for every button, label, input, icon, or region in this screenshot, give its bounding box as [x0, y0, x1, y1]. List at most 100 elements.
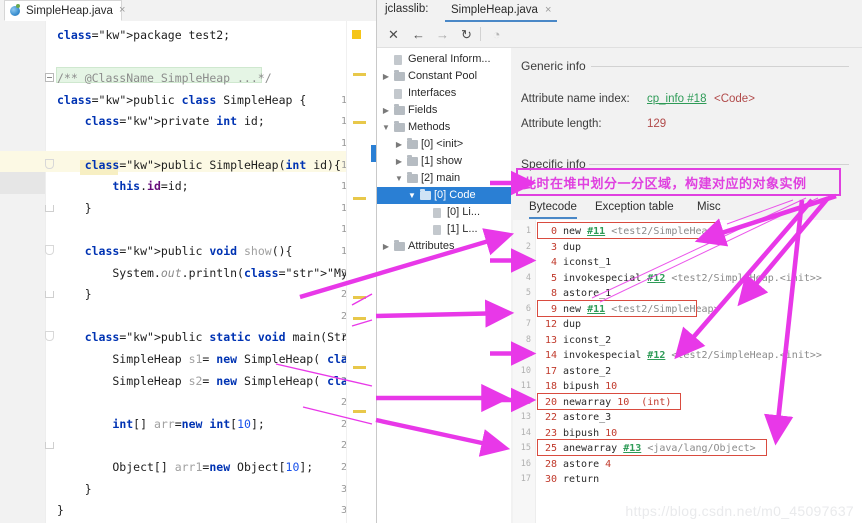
jclasslib-tab-simpleheap[interactable]: SimpleHeap.java ×: [445, 0, 558, 22]
bytecode-row[interactable]: 13 22 astore_3: [513, 410, 862, 426]
marker-stripe-3[interactable]: [353, 197, 366, 200]
attribute-name-index-type: <Code>: [714, 93, 755, 105]
tree-node-label: Interfaces: [408, 87, 457, 99]
tree-node-general-inform[interactable]: General Inform...: [377, 51, 511, 68]
tree-node-1-show[interactable]: ▶ [1] show: [377, 153, 511, 170]
attribute-name-index-link[interactable]: cp_info #18: [647, 93, 706, 105]
tree-node-0-init[interactable]: ▶ [0] <init>: [377, 136, 511, 153]
constant-pool-ref[interactable]: #12: [647, 350, 665, 361]
editor-line-row: 15@ class="kw">public SimpleHeap(int id)…: [0, 155, 376, 177]
editor-tab-simpleheap[interactable]: SimpleHeap.java ×: [4, 0, 125, 21]
tree-node-interfaces[interactable]: Interfaces: [377, 85, 511, 102]
bytecode-row[interactable]: 2 3 dup: [513, 240, 862, 256]
bytecode-signature: <test2/SimpleHeap.<init>>: [671, 350, 822, 361]
jclasslib-tab-bar: jclasslib: SimpleHeap.java ×: [377, 0, 862, 23]
tab-misc[interactable]: Misc: [697, 197, 721, 217]
bytecode-row[interactable]: 4 5 invokespecial #12 <test2/SimpleHeap.<i…: [513, 271, 862, 287]
code-fold-handle[interactable]: [45, 245, 54, 255]
tree-node-fields[interactable]: ▶ Fields: [377, 102, 511, 119]
tree-node-methods[interactable]: ▼ Methods: [377, 119, 511, 136]
jclasslib-tree[interactable]: General Inform... ▶ Constant Pool Interface…: [377, 48, 512, 523]
file-icon: [394, 55, 402, 65]
tab-bytecode[interactable]: Bytecode: [529, 197, 577, 219]
bytecode-instruction: dup: [563, 241, 582, 253]
bytecode-instruction: astore_3: [563, 412, 612, 423]
back-icon[interactable]: ←: [409, 25, 428, 44]
jclasslib-toolbar: ✕ ← → ↻ ◔: [377, 22, 862, 48]
folder-icon: [394, 104, 405, 115]
bytecode-highlight-box: [537, 222, 719, 239]
marker-warning-square[interactable]: [352, 30, 361, 39]
browse-icon[interactable]: ◔: [487, 25, 506, 44]
bytecode-offset: 17: [544, 365, 557, 377]
bytecode-line-number: 11: [520, 381, 531, 391]
editor-marker-strip[interactable]: [346, 21, 376, 523]
editor-line-row: 21 }: [0, 284, 376, 306]
tree-node-1-l[interactable]: [1] L...: [377, 221, 511, 238]
marker-stripe-4[interactable]: [353, 296, 366, 299]
attribute-length-value: 129: [647, 118, 667, 130]
editor-tab-label: SimpleHeap.java: [26, 4, 113, 17]
marker-stripe-6[interactable]: [353, 366, 366, 369]
bytecode-line-number: 3: [525, 257, 531, 267]
editor-line-row: 20 System.out.println(class="str">"My ID…: [0, 263, 376, 285]
tree-node-0-li[interactable]: [0] Li...: [377, 204, 511, 221]
editor-line-row: 12class="kw">public class SimpleHeap {: [0, 90, 376, 112]
marker-stripe-5[interactable]: [353, 317, 366, 320]
chevron-right-icon[interactable]: ▶: [381, 238, 391, 255]
chevron-right-icon[interactable]: ▶: [381, 102, 391, 119]
chevron-right-icon[interactable]: ▶: [394, 136, 404, 153]
code-fold-handle[interactable]: [45, 73, 54, 83]
bytecode-highlight-box: [537, 439, 767, 456]
editor-line-row: 17 }: [0, 198, 376, 220]
editor-line-row: 23 class="kw">public static void main(St…: [0, 327, 376, 349]
chevron-down-icon[interactable]: ▼: [394, 170, 404, 187]
bytecode-offset: 14: [544, 350, 557, 361]
code-fold-handle[interactable]: [45, 204, 54, 212]
marker-stripe-1[interactable]: [353, 73, 366, 76]
tree-node-2-main[interactable]: ▼ [2] main: [377, 170, 511, 187]
bytecode-row[interactable]: 17 30 return: [513, 472, 862, 488]
reload-icon[interactable]: ↻: [457, 25, 476, 44]
tab-exception-table[interactable]: Exception table: [595, 197, 674, 217]
bytecode-row[interactable]: 16 28 astore 4: [513, 457, 862, 473]
tree-node-label: General Inform...: [408, 53, 491, 65]
bytecode-row[interactable]: 9 14 invokespecial #12 <test2/SimpleHeap.<…: [513, 348, 862, 364]
code-line-text: Object[] arr1=new Object[10];: [57, 460, 314, 474]
file-icon: [433, 208, 441, 218]
close-icon[interactable]: ×: [545, 4, 551, 16]
tree-node-0-code[interactable]: ▼ [0] Code: [377, 187, 511, 204]
code-fold-handle[interactable]: [45, 291, 54, 299]
marker-stripe-2[interactable]: [353, 121, 366, 124]
code-line-text: this.id=id;: [112, 179, 189, 194]
constant-pool-ref[interactable]: #12: [647, 273, 665, 284]
bytecode-row[interactable]: 8 13 iconst_2: [513, 333, 862, 349]
tree-node-label: [2] main: [421, 172, 461, 184]
close-icon[interactable]: ✕: [384, 25, 403, 44]
bytecode-offset: 30: [544, 474, 557, 485]
chevron-right-icon[interactable]: ▶: [381, 68, 391, 85]
chevron-right-icon[interactable]: ▶: [394, 153, 404, 170]
tree-node-attributes[interactable]: ▶ Attributes: [377, 238, 511, 255]
code-line-text: class="kw">package test2;: [57, 28, 231, 42]
bytecode-row[interactable]: 3 4 iconst_1: [513, 255, 862, 271]
tree-node-label: Constant Pool: [408, 70, 478, 82]
tree-node-constant-pool[interactable]: ▶ Constant Pool: [377, 68, 511, 85]
forward-icon[interactable]: →: [433, 25, 452, 44]
code-fold-handle[interactable]: [45, 331, 54, 342]
close-icon[interactable]: ×: [119, 5, 125, 16]
code-line-text: class="kw">public class SimpleHeap {: [57, 92, 307, 107]
bytecode-row[interactable]: 7 12 dup: [513, 317, 862, 333]
chevron-down-icon[interactable]: ▼: [407, 187, 417, 204]
code-fold-handle[interactable]: [45, 158, 54, 169]
chevron-down-icon[interactable]: ▼: [381, 119, 391, 136]
editor-line-row: 28: [0, 435, 376, 457]
bytecode-row[interactable]: 10 17 astore_2: [513, 364, 862, 380]
code-fold-handle[interactable]: [45, 442, 54, 450]
bytecode-listing[interactable]: 1 0 new #11 <test2/SimpleHeap> 2 3 dup 3 4 icons…: [513, 220, 862, 523]
marker-stripe-7[interactable]: [353, 410, 366, 413]
tree-node-label: [0] Code: [434, 189, 476, 201]
editor-line-row: 27 int[] arr=new int[10];: [0, 414, 376, 436]
tree-node-label: Fields: [408, 104, 438, 116]
code-line-text: class="kw">public SimpleHeap(int id){: [84, 157, 341, 172]
